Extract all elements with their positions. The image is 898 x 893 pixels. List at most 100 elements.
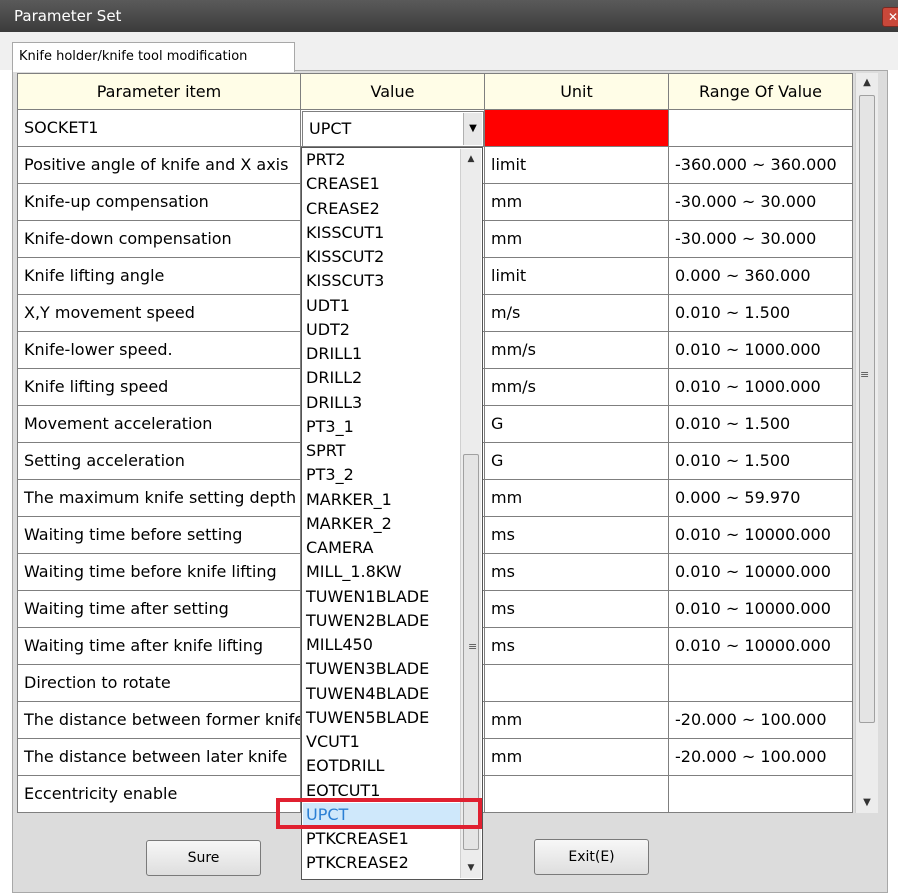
dropdown-option[interactable]: KISSCUT3 (306, 269, 456, 293)
tool-dropdown-list[interactable]: PTKCREASE2 PTKCREASE1 UPCT EOTCUT1 EOTDRILL V… (301, 147, 483, 880)
param-name-cell: Knife lifting angle (17, 258, 301, 295)
tab-knife-holder[interactable]: Knife holder/knife tool modification (12, 42, 295, 72)
param-name-cell: Knife-up compensation (17, 184, 301, 221)
param-name-cell: The distance between later knife (17, 739, 301, 776)
unit-cell (485, 776, 669, 813)
socket-value-combo[interactable]: UPCT ▼ (302, 111, 484, 147)
param-name-cell: X,Y movement speed (17, 295, 301, 332)
table-scrollbar[interactable]: ▲ ≡ ▼ (855, 73, 878, 813)
param-name-cell: Knife-down compensation (17, 221, 301, 258)
range-cell: 0.010 ~ 1.500 (669, 295, 853, 332)
dropdown-grip-icon: ≡ (468, 640, 478, 653)
unit-cell (485, 665, 669, 702)
range-cell: 0.010 ~ 1.500 (669, 443, 853, 480)
range-cell: -20.000 ~ 100.000 (669, 739, 853, 776)
dropdown-option[interactable]: CAMERA (306, 536, 456, 560)
range-cell: -30.000 ~ 30.000 (669, 184, 853, 221)
dropdown-option[interactable]: TUWEN1BLADE (306, 585, 456, 609)
unit-cell: mm (485, 739, 669, 776)
title-bar: Parameter Set ✕ (0, 0, 898, 32)
unit-cell: ms (485, 628, 669, 665)
dropdown-option[interactable]: MILL450 (306, 633, 456, 657)
dropdown-option[interactable]: SPRT (306, 439, 456, 463)
sure-button[interactable]: Sure (146, 840, 261, 876)
unit-cell: mm/s (485, 332, 669, 369)
dropdown-option[interactable]: UDT1 (306, 294, 456, 318)
unit-cell: ms (485, 554, 669, 591)
range-cell (669, 665, 853, 702)
grip-icon: ≡ (860, 368, 870, 381)
unit-cell: mm (485, 480, 669, 517)
dropdown-option[interactable]: UDT2 (306, 318, 456, 342)
dropdown-option[interactable]: KISSCUT2 (306, 245, 456, 269)
dropdown-option[interactable]: TUWEN4BLADE (306, 682, 456, 706)
dropdown-option[interactable]: MARKER_2 (306, 512, 456, 536)
range-cell: 0.010 ~ 10000.000 (669, 554, 853, 591)
param-name-cell: The maximum knife setting depth (17, 480, 301, 517)
dropdown-option[interactable]: DRILL2 (306, 366, 456, 390)
dropdown-option[interactable]: KISSCUT1 (306, 221, 456, 245)
table-scroll-thumb[interactable] (859, 95, 875, 723)
column-header: Value (301, 73, 485, 110)
selection-highlight-box (276, 798, 482, 829)
dropdown-option[interactable]: PT3_1 (306, 415, 456, 439)
range-cell: 0.010 ~ 10000.000 (669, 517, 853, 554)
unit-cell: mm (485, 221, 669, 258)
dropdown-option[interactable]: DRILL1 (306, 342, 456, 366)
range-cell (669, 776, 853, 813)
range-cell: 0.010 ~ 10000.000 (669, 628, 853, 665)
unit-cell: m/s (485, 295, 669, 332)
unit-cell: G (485, 443, 669, 480)
param-name-cell: SOCKET1 (17, 110, 301, 147)
scroll-up-icon[interactable]: ▲ (856, 73, 878, 93)
unit-cell: ms (485, 517, 669, 554)
range-cell: 0.010 ~ 1.500 (669, 406, 853, 443)
dropdown-option[interactable]: MILL_1.8KW (306, 560, 456, 584)
column-header: Parameter item (17, 73, 301, 110)
dropdown-option[interactable]: TUWEN5BLADE (306, 706, 456, 730)
param-name-cell: Waiting time after setting (17, 591, 301, 628)
close-icon[interactable]: ✕ (882, 7, 898, 27)
dropdown-option[interactable]: PRT2 (306, 148, 456, 172)
chevron-down-icon[interactable]: ▼ (463, 113, 482, 145)
dropdown-scrollbar[interactable]: ▲ ≡ ▼ (460, 149, 481, 878)
range-cell: 0.010 ~ 1000.000 (669, 332, 853, 369)
exit-button[interactable]: Exit(E) (534, 839, 649, 875)
window-title: Parameter Set (14, 7, 122, 25)
range-cell (669, 110, 853, 147)
dropdown-option[interactable]: PTKCREASE1 (306, 827, 456, 851)
dropdown-scroll-down-icon[interactable]: ▼ (461, 858, 481, 878)
param-name-cell: Setting acceleration (17, 443, 301, 480)
column-header: Unit (485, 73, 669, 110)
unit-cell: limit (485, 258, 669, 295)
dropdown-option[interactable]: VCUT1 (306, 730, 456, 754)
dropdown-option[interactable]: PT3_2 (306, 463, 456, 487)
table-header: Parameter item Value Unit Range Of Value (17, 73, 853, 110)
unit-cell: mm/s (485, 369, 669, 406)
unit-cell: G (485, 406, 669, 443)
range-cell: -30.000 ~ 30.000 (669, 221, 853, 258)
param-name-cell: Waiting time after knife lifting (17, 628, 301, 665)
dropdown-option[interactable]: TUWEN2BLADE (306, 609, 456, 633)
dropdown-option[interactable]: EOTDRILL (306, 754, 456, 778)
dropdown-scroll-thumb[interactable]: ≡ (463, 454, 479, 850)
dropdown-scroll-up-icon[interactable]: ▲ (461, 149, 481, 169)
dropdown-option[interactable]: DRILL3 (306, 391, 456, 415)
param-name-cell: Direction to rotate (17, 665, 301, 702)
param-name-cell: Movement acceleration (17, 406, 301, 443)
range-cell: 0.000 ~ 360.000 (669, 258, 853, 295)
range-cell: -20.000 ~ 100.000 (669, 702, 853, 739)
unit-cell: mm (485, 184, 669, 221)
dropdown-option[interactable]: TUWEN3BLADE (306, 657, 456, 681)
dropdown-option[interactable]: MARKER_1 (306, 488, 456, 512)
unit-cell (485, 110, 669, 147)
unit-cell: ms (485, 591, 669, 628)
param-name-cell: Knife-lower speed. (17, 332, 301, 369)
param-name-cell: Knife lifting speed (17, 369, 301, 406)
unit-cell: limit (485, 147, 669, 184)
dropdown-option[interactable]: CREASE2 (306, 197, 456, 221)
dropdown-option[interactable]: PTKCREASE2 (306, 851, 456, 875)
dropdown-option[interactable]: CREASE1 (306, 172, 456, 196)
scroll-down-icon[interactable]: ▼ (856, 793, 878, 813)
param-name-cell: The distance between former knife (17, 702, 301, 739)
